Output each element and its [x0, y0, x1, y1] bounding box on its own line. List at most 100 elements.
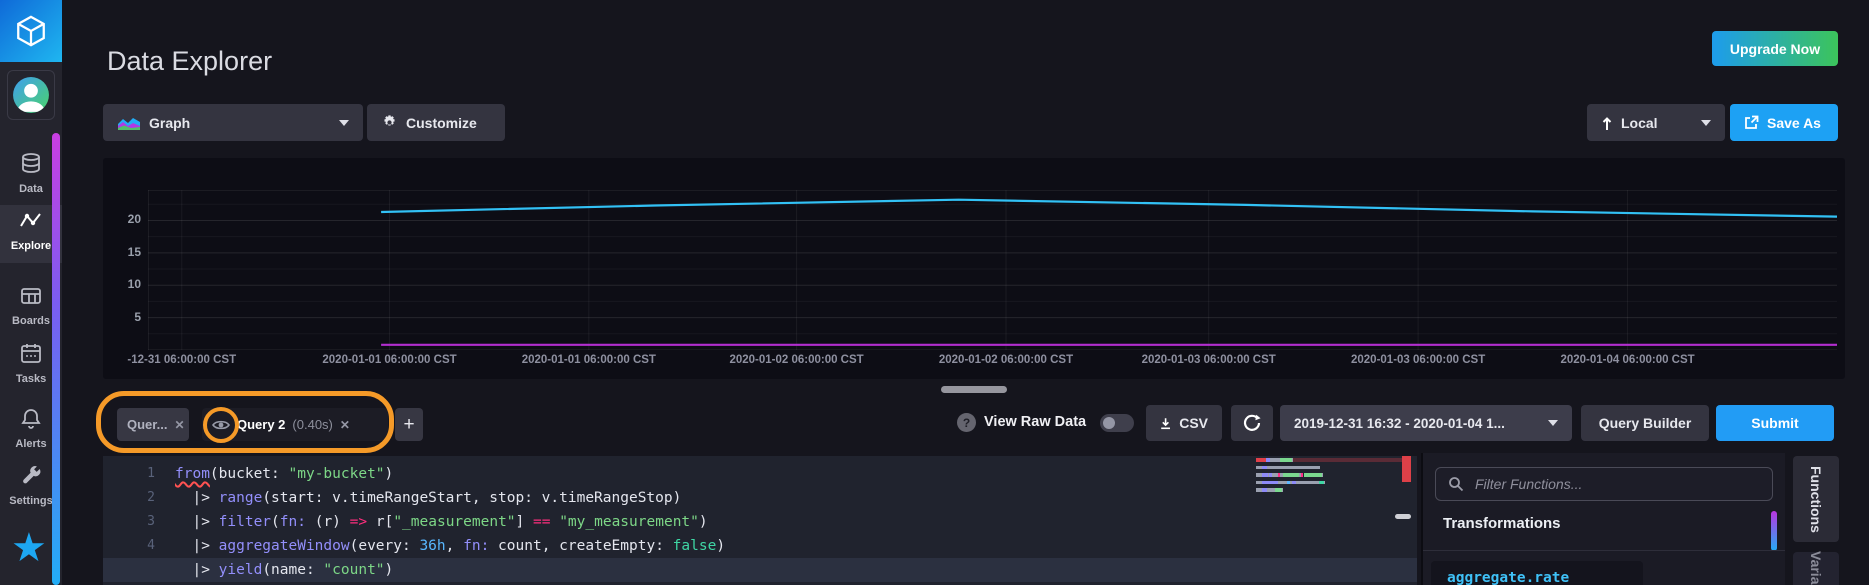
customize-button[interactable]: Customize [367, 104, 505, 141]
line-number: 1 [147, 466, 155, 481]
add-query-button[interactable]: + [395, 408, 423, 441]
code-token: ( [271, 514, 280, 530]
plus-icon: + [403, 413, 415, 435]
code-token: "my_measurement" [559, 514, 699, 530]
code-line[interactable]: |> filter(fn: (r) => r["_measurement"] =… [175, 510, 1417, 534]
save-as-label: Save As [1767, 114, 1821, 131]
query-duration: (0.40s) [292, 417, 333, 432]
line-number: 4 [147, 538, 155, 553]
code-line[interactable]: |> aggregateWindow(every: 36h, fn: count… [175, 534, 1417, 558]
close-icon[interactable]: ✕ [174, 418, 184, 432]
code-token: |> [175, 538, 219, 554]
visualization-type-label: Graph [149, 114, 191, 131]
view-raw-data-toggle[interactable] [1100, 414, 1134, 432]
code-token: (r) [305, 514, 350, 530]
series-line [381, 198, 1837, 218]
code-token: (every: [349, 538, 420, 554]
code-token: 36h [419, 538, 446, 554]
code-token: ) [384, 562, 394, 578]
close-icon[interactable]: ✕ [340, 418, 350, 432]
graph-panel: 5 10 15 20 -12-31 06:00:00 CST 2020-01-01 06… [103, 158, 1845, 379]
code-token: range [218, 490, 263, 506]
functions-scrollbar[interactable] [1771, 511, 1777, 551]
avatar-person-icon [13, 77, 49, 113]
export-icon [1745, 115, 1759, 129]
x-tick-label: -12-31 06:00:00 CST [127, 354, 237, 366]
time-range-dropdown[interactable]: 2019-12-31 16:32 - 2020-01-04 1... [1280, 405, 1572, 441]
code-line[interactable]: |> yield(name: "count") [103, 558, 1417, 582]
code-token: |> [175, 562, 219, 578]
search-icon [1449, 477, 1464, 492]
code-line[interactable]: from(bucket: "my-bucket") [175, 462, 1417, 486]
upgrade-now-label: Upgrade Now [1729, 40, 1821, 57]
view-raw-data-label: View Raw Data [984, 414, 1087, 430]
line-chart-plot[interactable] [148, 190, 1837, 350]
upgrade-now-button[interactable]: Upgrade Now [1712, 31, 1838, 66]
tab-functions[interactable]: Functions [1793, 456, 1839, 542]
eye-icon[interactable] [212, 418, 230, 432]
csv-label: CSV [1179, 415, 1208, 431]
code-token: , [445, 538, 464, 554]
functions-panel: Transformations aggregate.rate [1421, 453, 1785, 585]
panel-resize-handle[interactable] [941, 386, 1007, 393]
chevron-down-icon [1548, 420, 1558, 426]
sidebar: Data Explore Boards Tasks Alerts Settings ★ [0, 0, 62, 585]
code-token: count, createEmpty: [489, 538, 673, 554]
code-token: == [533, 514, 551, 530]
query-tab-2[interactable]: Query 2 (0.40s) ✕ [202, 408, 388, 441]
flux-script-editor[interactable]: 12345 from(bucket: "my-bucket") |> range… [103, 456, 1417, 585]
code-token: "my-bucket" [288, 466, 385, 482]
code-line[interactable]: |> range(start: v.timeRangeStart, stop: … [175, 486, 1417, 510]
code-token: ) [384, 466, 394, 482]
x-tick-label: 2020-01-01 06:00:00 CST [322, 354, 457, 366]
code-token: false [672, 538, 717, 554]
page-scrollbar[interactable] [52, 133, 60, 585]
calendar-icon [19, 344, 43, 370]
database-icon [19, 153, 43, 180]
dashboards-icon [19, 288, 43, 312]
error-indicator [1402, 456, 1411, 482]
code-token: fn: [279, 514, 306, 530]
write-target-dropdown[interactable]: Local [1587, 104, 1725, 141]
code-token: ] [515, 514, 533, 530]
save-as-button[interactable]: Save As [1730, 104, 1838, 141]
user-avatar[interactable] [7, 70, 55, 120]
x-tick-label: 2020-01-02 06:00:00 CST [938, 354, 1074, 366]
y-tick-label: 20 [127, 212, 141, 227]
line-number: 3 [147, 514, 155, 529]
function-item[interactable]: aggregate.rate [1431, 561, 1643, 585]
chevron-down-icon [1701, 119, 1711, 126]
visualization-type-dropdown[interactable]: Graph [103, 104, 363, 141]
minimap-line [1256, 488, 1404, 492]
y-tick-label: 15 [127, 244, 141, 259]
minimap-line [1256, 480, 1404, 484]
pulse-line-icon [19, 213, 43, 237]
code-token: yield [218, 562, 263, 578]
influxdb-logo[interactable] [0, 0, 62, 62]
x-tick-label: 2020-01-02 06:00:00 CST [729, 354, 864, 366]
refresh-button[interactable] [1231, 405, 1273, 441]
tab-variables[interactable]: Variables [1793, 551, 1839, 585]
panel-divider-handle[interactable] [1395, 514, 1411, 519]
query-tab-1[interactable]: Quer... ✕ [117, 408, 189, 441]
code-token: => [349, 514, 368, 530]
download-icon [1161, 417, 1171, 429]
query-builder-button[interactable]: Query Builder [1581, 405, 1709, 441]
editor-minimap[interactable] [1256, 458, 1404, 518]
code-token: |> [175, 514, 219, 530]
upload-icon [1602, 116, 1612, 130]
code-token: (start: v.timeRangeStart, stop: v.timeRa… [262, 490, 682, 506]
editor-code[interactable]: from(bucket: "my-bucket") |> range(start… [103, 462, 1417, 582]
download-csv-button[interactable]: CSV [1146, 405, 1222, 441]
filter-functions-search[interactable] [1435, 467, 1773, 501]
page-title: Data Explorer [107, 46, 273, 77]
submit-button[interactable]: Submit [1716, 405, 1834, 441]
search-input[interactable] [1473, 475, 1760, 493]
help-icon[interactable]: ? [957, 413, 976, 432]
line-number: 2 [147, 490, 155, 505]
gear-icon [384, 115, 395, 126]
star-icon[interactable]: ★ [11, 528, 47, 568]
divider [1423, 550, 1785, 551]
customize-label: Customize [406, 114, 477, 131]
